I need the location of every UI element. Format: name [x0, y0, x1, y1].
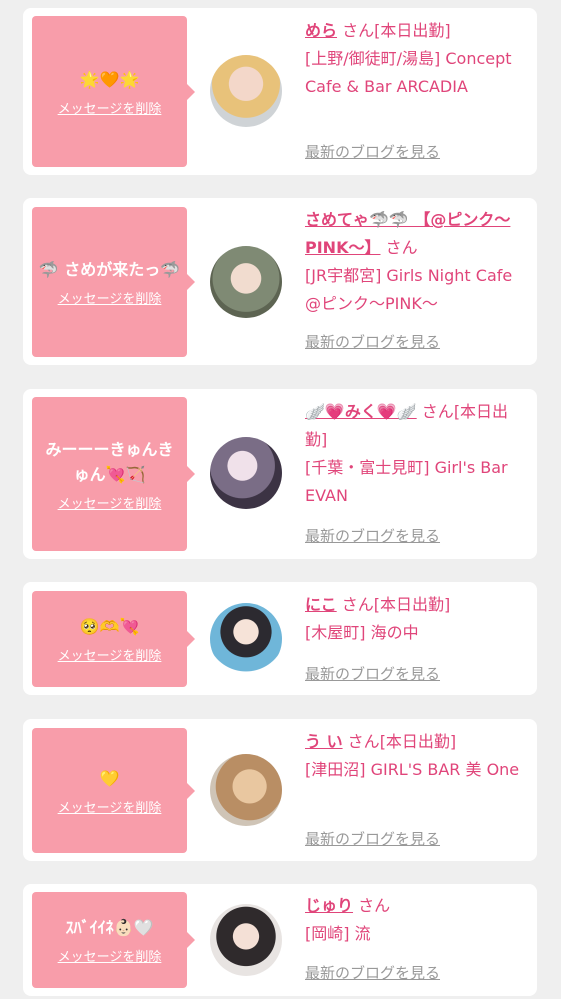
delete-message-link[interactable]: メッセージを削除 [58, 493, 162, 512]
delete-message-link[interactable]: メッセージを削除 [58, 797, 162, 816]
message-bubble: 💛 メッセージを削除 [32, 728, 195, 853]
message-text: 🥺🫶💘 [79, 617, 140, 636]
cast-info: めら さん[本日出勤] [上野/御徒町/湯島] Concept Cafe & B… [305, 17, 529, 101]
honorific: さん [347, 732, 380, 751]
delete-message-link[interactable]: メッセージを削除 [58, 645, 162, 664]
message-text: 💛 [99, 768, 120, 788]
status-label: [本日出勤] [373, 595, 451, 614]
shop-info: [上野/御徒町/湯島] Concept Cafe & Bar ARCADIA [305, 49, 512, 96]
blog-link[interactable]: 最新のブログを見る [305, 962, 440, 983]
honorific: さん [385, 238, 418, 257]
message-card: 💛 メッセージを削除 う い さん[本日出勤] [津田沼] GIRL'S BAR… [23, 719, 537, 861]
message-text: 🌟🧡🌟 [79, 69, 140, 89]
cast-info: 🪽💗みく💗🪽 さん[本日出勤] [千葉・富士見町] Girl's Bar EVA… [305, 398, 529, 510]
blog-link[interactable]: 最新のブログを見る [305, 663, 440, 684]
avatar[interactable] [210, 603, 282, 675]
avatar[interactable] [210, 904, 282, 976]
shop-info: [千葉・富士見町] Girl's Bar EVAN [305, 458, 508, 505]
honorific: さん [358, 896, 391, 915]
avatar[interactable] [210, 754, 282, 826]
blog-link[interactable]: 最新のブログを見る [305, 141, 440, 162]
message-bubble: 🥺🫶💘 メッセージを削除 [32, 591, 195, 687]
avatar[interactable] [210, 246, 282, 318]
delete-message-link[interactable]: メッセージを削除 [58, 98, 162, 117]
cast-info: う い さん[本日出勤] [津田沼] GIRL'S BAR 美 One [305, 728, 529, 784]
message-bubble: ｽﾊﾞｲｲﾈ👶🏻🤍 メッセージを削除 [32, 892, 195, 988]
cast-info: にこ さん[本日出勤] [木屋町] 海の中 [305, 591, 529, 647]
honorific: さん [342, 21, 375, 40]
message-card: 🌟🧡🌟 メッセージを削除 めら さん[本日出勤] [上野/御徒町/湯島] Con… [23, 8, 537, 175]
message-card: ｽﾊﾞｲｲﾈ👶🏻🤍 メッセージを削除 じゅり さん [岡崎] 流 最新のブログを… [23, 884, 537, 996]
message-card: 🥺🫶💘 メッセージを削除 にこ さん[本日出勤] [木屋町] 海の中 最新のブロ… [23, 582, 537, 695]
message-bubble: みーーーきゅんきゅん💘🏹 メッセージを削除 [32, 397, 195, 551]
message-bubble: 🦈 さめが来たっ🦈 メッセージを削除 [32, 207, 195, 357]
message-text: ｽﾊﾞｲｲﾈ👶🏻🤍 [65, 918, 154, 937]
cast-name-link[interactable]: 🪽💗みく💗🪽 [305, 402, 417, 421]
cast-name-link[interactable]: めら [305, 21, 337, 40]
delete-message-link[interactable]: メッセージを削除 [58, 288, 162, 307]
blog-link[interactable]: 最新のブログを見る [305, 331, 440, 352]
honorific: さん [421, 402, 454, 421]
delete-message-link[interactable]: メッセージを削除 [58, 946, 162, 965]
cast-name-link[interactable]: にこ [305, 595, 337, 614]
avatar[interactable] [210, 437, 282, 509]
message-bubble: 🌟🧡🌟 メッセージを削除 [32, 16, 195, 167]
avatar[interactable] [210, 55, 282, 127]
blog-link[interactable]: 最新のブログを見る [305, 828, 440, 849]
cast-name-link[interactable]: じゅり [305, 896, 353, 915]
status-label: [本日出勤] [374, 21, 451, 40]
shop-info: [岡崎] 流 [305, 924, 371, 943]
message-text: みーーーきゅんきゅん💘🏹 [45, 439, 174, 484]
blog-link[interactable]: 最新のブログを見る [305, 525, 440, 546]
message-text: 🦈 さめが来たっ🦈 [38, 260, 181, 279]
cast-info: さめてゃ🦈🦈 【@ピンク〜PINK〜】 さん [JR宇都宮] Girls Nig… [305, 206, 529, 318]
message-card: みーーーきゅんきゅん💘🏹 メッセージを削除 🪽💗みく💗🪽 さん[本日出勤] [千… [23, 389, 537, 559]
message-card: 🦈 さめが来たっ🦈 メッセージを削除 さめてゃ🦈🦈 【@ピンク〜PINK〜】 さ… [23, 198, 537, 365]
shop-info: [木屋町] 海の中 [305, 623, 419, 642]
cast-info: じゅり さん [岡崎] 流 [305, 892, 529, 948]
shop-info: [JR宇都宮] Girls Night Cafe @ピンク〜PINK〜 [305, 266, 513, 313]
cast-name-link[interactable]: う い [305, 732, 343, 751]
shop-info: [津田沼] GIRL'S BAR 美 One [305, 760, 520, 779]
status-label: [本日出勤] [379, 732, 457, 751]
honorific: さん [341, 595, 374, 614]
